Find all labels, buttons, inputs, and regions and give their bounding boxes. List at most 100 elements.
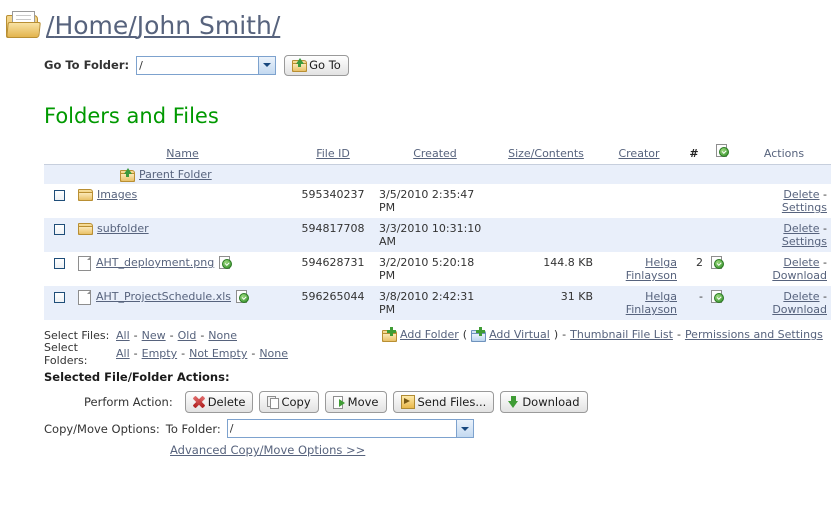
row-name-link[interactable]: AHT_deployment.png — [96, 256, 214, 269]
row-creator[interactable]: Helga Finlayson — [597, 286, 681, 320]
to-folder-select[interactable]: / — [226, 419, 474, 438]
row-size — [495, 184, 597, 218]
move-button[interactable]: Move — [324, 391, 387, 413]
select-folders-label: Select Folders: — [44, 340, 88, 367]
advanced-copy-move-options-link[interactable]: Advanced Copy/Move Options >> — [170, 443, 365, 457]
document-icon — [78, 290, 91, 305]
header-doc-status — [707, 142, 737, 165]
row-creator[interactable]: Helga Finlayson — [597, 252, 681, 286]
row-name-cell: AHT_ProjectSchedule.xls — [74, 286, 291, 320]
row-creator — [597, 218, 681, 252]
separator: - — [169, 329, 174, 342]
row-action-download[interactable]: Download — [772, 303, 827, 316]
delete-button[interactable]: Delete — [184, 391, 254, 413]
page-title: Folders and Files — [44, 104, 219, 128]
select-folders-none[interactable]: None — [259, 347, 288, 360]
row-name-link[interactable]: subfolder — [97, 222, 149, 235]
folder-tools-links: Add Folder ( Add Virtual ) - Thumbnail F… — [382, 326, 823, 342]
row-select-checkbox[interactable] — [53, 258, 65, 269]
parent-folder-row[interactable]: Parent Folder — [44, 164, 831, 184]
copy-button[interactable]: Copy — [259, 391, 319, 413]
row-creator-link[interactable]: Helga Finlayson — [626, 256, 677, 282]
go-to-folder-select[interactable]: / — [136, 55, 277, 75]
row-name-cell: AHT_deployment.png — [74, 252, 291, 286]
separator: - — [133, 329, 138, 342]
copy-move-options-label: Copy/Move Options: — [44, 421, 160, 436]
row-action-delete[interactable]: Delete — [783, 290, 819, 303]
row-created: 3/3/2010 10:31:10 AM — [379, 222, 482, 248]
row-size: 31 KB — [560, 290, 593, 303]
select-folders-empty[interactable]: Empty — [142, 347, 177, 360]
send-files-button[interactable]: Send Files... — [392, 391, 495, 413]
row-created: 3/8/2010 2:42:31 PM — [379, 290, 475, 316]
close-paren: ) — [553, 328, 559, 341]
header-created[interactable]: Created — [375, 142, 495, 165]
select-folders-all[interactable]: All — [116, 347, 130, 360]
select-files-new[interactable]: New — [142, 329, 166, 342]
folder-icon — [78, 222, 93, 235]
download-button[interactable]: Download — [500, 391, 588, 413]
row-name-link[interactable]: AHT_ProjectSchedule.xls — [96, 290, 231, 303]
row-action-delete[interactable]: Delete — [783, 256, 819, 269]
go-to-button-label: Go To — [309, 58, 341, 72]
go-to-button[interactable]: Go To — [284, 54, 349, 76]
separator: - — [181, 347, 186, 360]
row-action-delete[interactable]: Delete — [783, 188, 819, 201]
row-checkbox-cell — [44, 218, 74, 252]
row-name-link[interactable]: Images — [97, 188, 137, 201]
action-separator: - — [823, 256, 827, 269]
download-button-label: Download — [522, 395, 580, 409]
download-arrow-icon — [508, 396, 519, 408]
row-actions: Delete - Settings — [737, 218, 831, 252]
add-virtual-link[interactable]: Add Virtual — [489, 328, 550, 341]
row-count — [681, 218, 707, 252]
header-creator[interactable]: Creator — [597, 142, 681, 165]
thumbnail-file-list-link[interactable]: Thumbnail File List — [570, 328, 673, 341]
select-files-old[interactable]: Old — [178, 329, 197, 342]
document-approved-icon — [236, 290, 249, 303]
breadcrumb-home-link[interactable]: Home/ — [54, 11, 136, 40]
send-files-button-label: Send Files... — [417, 395, 487, 409]
row-action-delete[interactable]: Delete — [783, 222, 819, 235]
delete-x-icon — [193, 396, 205, 408]
go-to-folder-label: Go To Folder: — [44, 58, 130, 72]
select-files-none[interactable]: None — [208, 329, 237, 342]
table-header-row: Name File ID Created Size/Contents Creat… — [44, 142, 831, 165]
perform-action-label: Perform Action: — [84, 395, 173, 409]
row-action-settings[interactable]: Settings — [782, 235, 827, 248]
row-count — [681, 184, 707, 218]
hash-download-count-icon: # — [689, 147, 699, 160]
add-folder-link[interactable]: Add Folder — [400, 328, 459, 341]
to-folder-select-wrapper: / — [226, 419, 474, 438]
copy-button-label: Copy — [281, 395, 311, 409]
header-size[interactable]: Size/Contents — [495, 142, 597, 165]
move-icon — [332, 396, 345, 409]
row-action-download[interactable]: Download — [772, 269, 827, 282]
row-select-checkbox[interactable] — [53, 190, 65, 201]
row-name-cell: Images — [74, 184, 291, 218]
row-size: 144.8 KB — [543, 256, 593, 269]
separator: - — [200, 329, 205, 342]
folder-add-icon — [382, 326, 397, 342]
parent-folder-cell: Parent Folder — [74, 164, 831, 184]
row-creator-link[interactable]: Helga Finlayson — [626, 290, 677, 316]
header-name[interactable]: Name — [74, 142, 291, 165]
permissions-settings-link[interactable]: Permissions and Settings — [685, 328, 823, 341]
breadcrumb-user-link[interactable]: John Smith/ — [137, 11, 281, 40]
row-action-settings[interactable]: Settings — [782, 201, 827, 214]
parent-row-checkbox-cell — [44, 164, 74, 184]
breadcrumb: /Home/John Smith/ — [0, 0, 831, 44]
to-folder-label: To Folder: — [165, 421, 221, 436]
row-select-checkbox[interactable] — [53, 292, 65, 303]
go-to-folder-row: Go To Folder: / Go To — [44, 54, 831, 76]
select-files-all[interactable]: All — [116, 329, 130, 342]
folder-go-icon — [292, 58, 308, 72]
parent-folder-link[interactable]: Parent Folder — [139, 168, 212, 181]
row-actions: Delete - Download — [737, 252, 831, 286]
header-actions: Actions — [737, 142, 831, 165]
header-file-id[interactable]: File ID — [291, 142, 375, 165]
select-folders-not-empty[interactable]: Not Empty — [189, 347, 247, 360]
row-select-checkbox[interactable] — [53, 224, 65, 235]
copy-move-options-row: Copy/Move Options: To Folder: / — [44, 419, 831, 438]
row-creator — [597, 184, 681, 218]
